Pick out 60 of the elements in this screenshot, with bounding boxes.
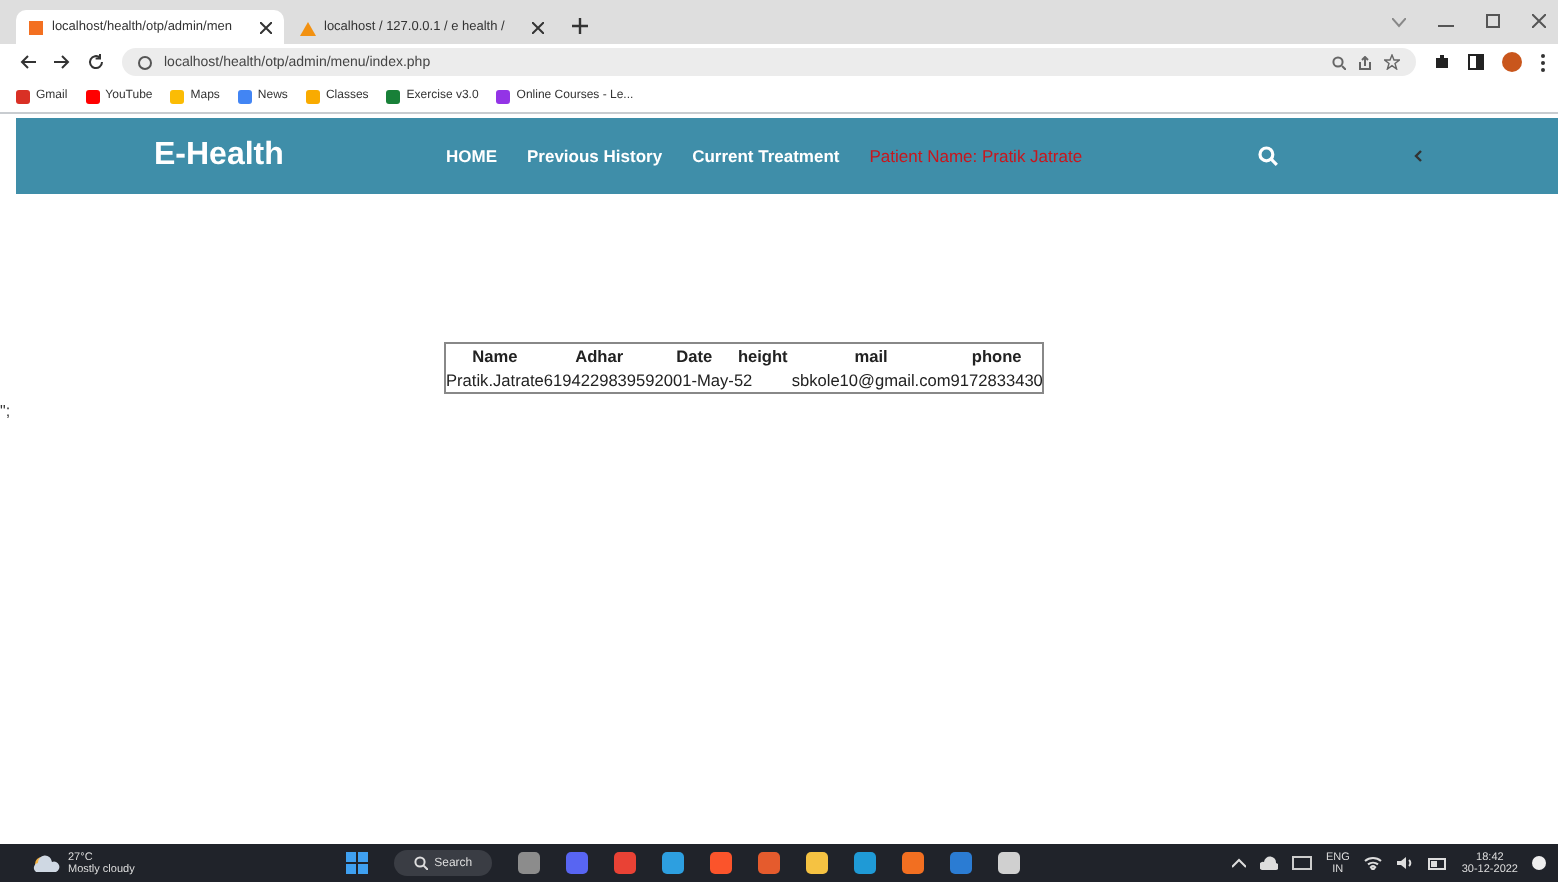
- column-header: height: [733, 343, 792, 368]
- restore-icon[interactable]: [1486, 14, 1500, 28]
- nav-link[interactable]: HOME: [446, 146, 497, 166]
- app-icon[interactable]: [758, 852, 781, 874]
- nav-link[interactable]: Previous History: [527, 146, 663, 166]
- column-header: Adhar: [543, 343, 655, 368]
- brand-logo[interactable]: E-Health: [154, 138, 446, 174]
- search-icon[interactable]: [1258, 146, 1279, 166]
- share-icon[interactable]: [1358, 55, 1372, 69]
- table-cell: 619422983959: [543, 368, 655, 393]
- column-header: mail: [791, 343, 951, 368]
- avatar-icon[interactable]: [1502, 52, 1522, 72]
- reload-icon[interactable]: [88, 54, 104, 70]
- bookmark-icon: [170, 89, 185, 103]
- nav-link[interactable]: Current Treatment: [692, 146, 840, 166]
- app-icon[interactable]: [902, 852, 925, 874]
- bookmark-icon: [386, 89, 401, 103]
- app-icon[interactable]: [662, 852, 685, 874]
- wifi-icon[interactable]: [1363, 856, 1382, 870]
- column-header: Name: [445, 343, 544, 368]
- new-tab-icon[interactable]: [572, 18, 588, 34]
- table-cell: 52: [733, 368, 792, 393]
- bookmark-icon: [85, 89, 100, 103]
- app-icon[interactable]: [710, 852, 733, 874]
- cloud-icon: [32, 854, 60, 872]
- speaker-icon[interactable]: [1395, 856, 1414, 870]
- chevron-down-icon[interactable]: [1392, 18, 1406, 28]
- favicon-icon: [28, 19, 44, 35]
- more-icon[interactable]: [1540, 53, 1546, 71]
- bookmark-icon: [16, 89, 30, 103]
- app-icon[interactable]: [518, 852, 541, 874]
- chevron-left-icon[interactable]: [1414, 150, 1423, 162]
- close-icon[interactable]: [532, 21, 544, 33]
- stray-text: ";: [0, 402, 13, 420]
- close-icon[interactable]: [260, 21, 272, 33]
- close-icon[interactable]: [1532, 14, 1546, 28]
- app-icon[interactable]: [806, 852, 829, 874]
- start-icon[interactable]: [346, 852, 369, 874]
- table-cell: 2001-May-: [654, 368, 734, 393]
- cloud-icon[interactable]: [1259, 856, 1278, 870]
- column-header: phone: [950, 343, 1044, 368]
- search-icon: [414, 856, 429, 870]
- battery-icon[interactable]: [1427, 857, 1448, 869]
- column-header: Date: [654, 343, 734, 368]
- forward-icon[interactable]: [54, 54, 70, 70]
- minimize-icon[interactable]: [1438, 24, 1454, 28]
- table-cell: sbkole10@gmail.com: [791, 368, 951, 393]
- back-icon[interactable]: [20, 54, 36, 70]
- zoom-icon[interactable]: [1332, 55, 1346, 69]
- star-icon[interactable]: [1384, 54, 1400, 70]
- table-cell: Pratik.Jatrate: [445, 368, 544, 393]
- chevron-up-icon[interactable]: [1231, 858, 1246, 868]
- bookmark-icon: [496, 89, 511, 103]
- table-cell: 9172833430: [950, 368, 1044, 393]
- app-icon[interactable]: [998, 852, 1021, 874]
- sidebar-icon[interactable]: [1468, 54, 1484, 70]
- bookmark-icon: [305, 89, 320, 103]
- app-icon[interactable]: [854, 852, 877, 874]
- bookmark-icon: [237, 89, 252, 103]
- favicon-icon: [300, 19, 316, 35]
